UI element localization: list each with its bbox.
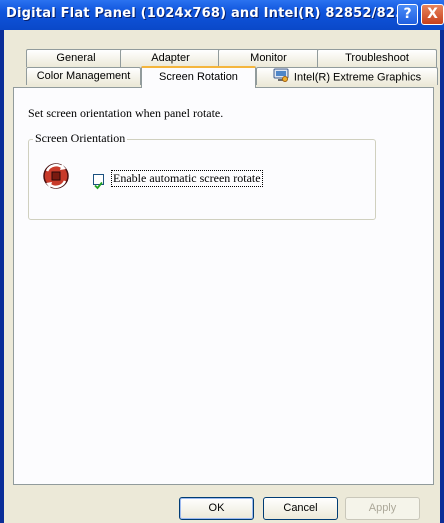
tab-general[interactable]: General — [26, 49, 126, 67]
intel-graphics-icon — [273, 68, 289, 87]
close-button[interactable]: X — [421, 4, 444, 25]
tab-intel-extreme-graphics[interactable]: Intel(R) Extreme Graphics — [256, 67, 438, 85]
apply-button[interactable]: Apply — [345, 497, 420, 520]
title-bar[interactable]: Digital Flat Panel (1024x768) and Intel(… — [0, 0, 444, 30]
ok-button[interactable]: OK — [179, 497, 254, 520]
dialog-window: Digital Flat Panel (1024x768) and Intel(… — [0, 0, 444, 523]
window-title: Digital Flat Panel (1024x768) and Intel(… — [6, 6, 411, 21]
cancel-button[interactable]: Cancel — [263, 497, 338, 520]
tab-screen-rotation[interactable]: Screen Rotation — [141, 66, 256, 88]
tab-adapter[interactable]: Adapter — [120, 49, 221, 67]
screen-orientation-group: Screen Orientation Enable automatic scre… — [28, 131, 376, 220]
auto-rotate-label[interactable]: Enable automatic screen rotate — [111, 170, 263, 187]
screen-rotation-panel: Set screen orientation when panel rotate… — [13, 87, 434, 485]
help-button[interactable]: ? — [397, 4, 418, 25]
tab-color-management[interactable]: Color Management — [26, 67, 141, 85]
auto-rotate-checkbox[interactable] — [93, 174, 104, 190]
dialog-client-area: General Adapter Monitor Troubleshoot Col… — [4, 30, 440, 523]
group-title: Screen Orientation — [33, 131, 128, 146]
instruction-text: Set screen orientation when panel rotate… — [28, 106, 224, 120]
tab-monitor[interactable]: Monitor — [218, 49, 319, 67]
tab-intel-label: Intel(R) Extreme Graphics — [293, 71, 422, 84]
checkmark-icon — [94, 181, 103, 190]
screen-rotation-icon — [43, 163, 69, 189]
tab-troubleshoot[interactable]: Troubleshoot — [317, 49, 437, 67]
